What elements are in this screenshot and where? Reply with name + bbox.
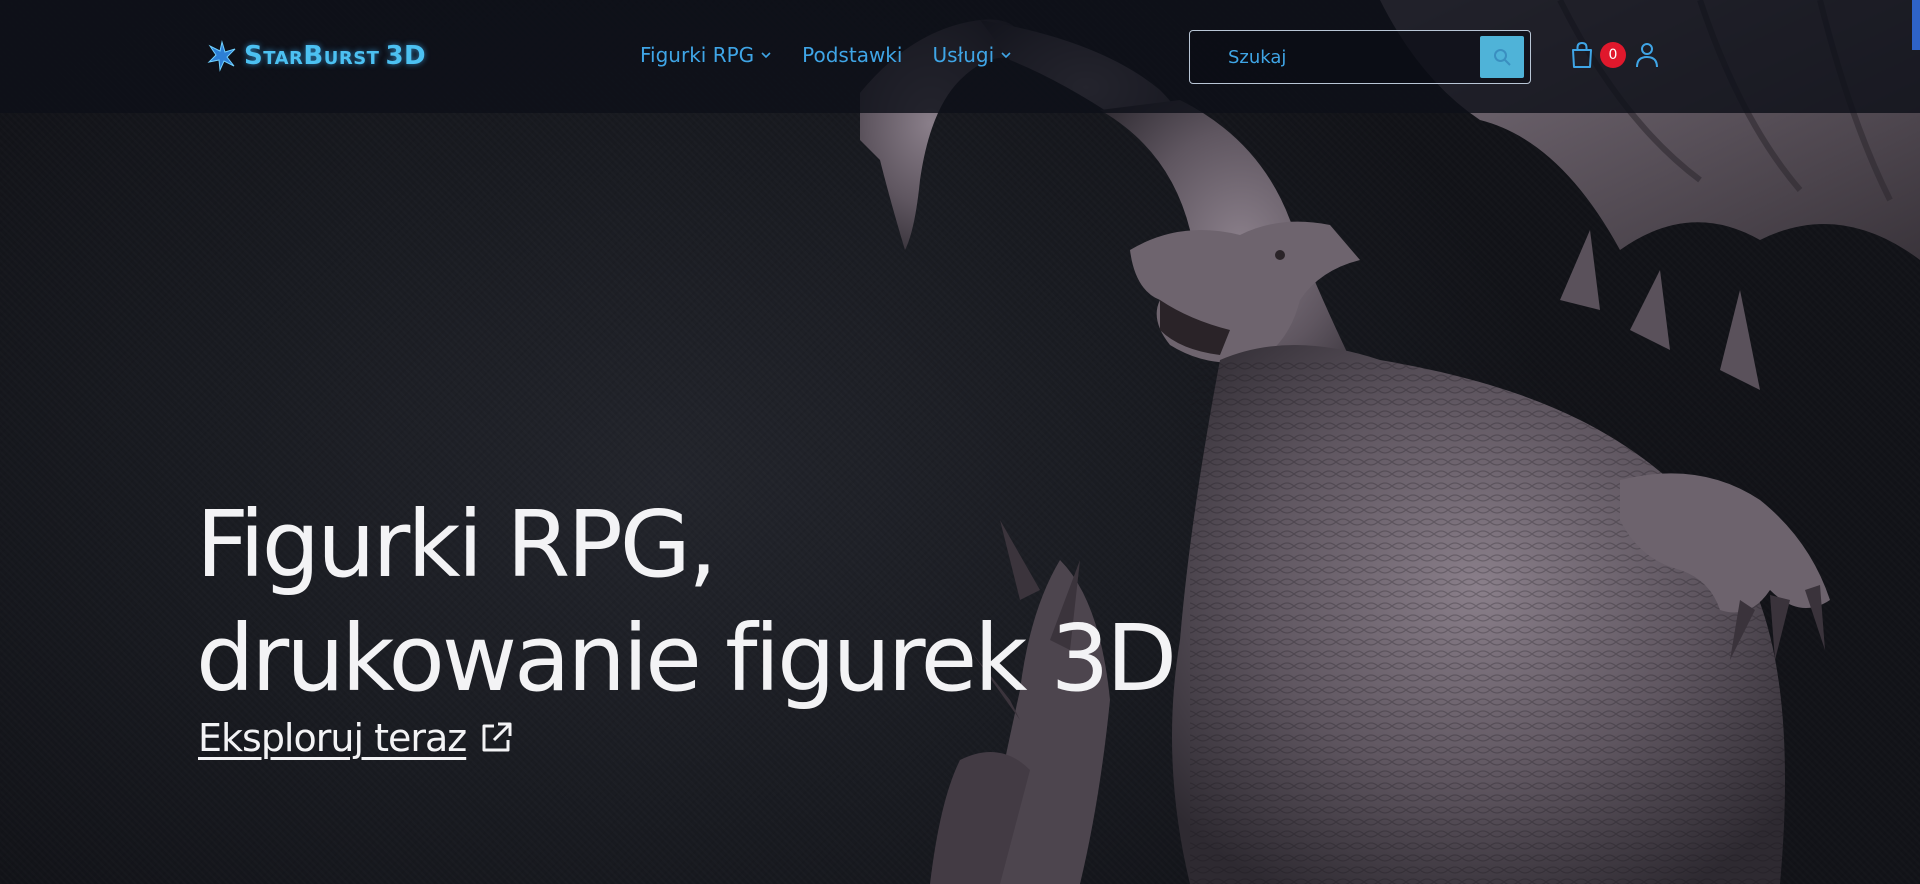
- hero-dragon-image: [860, 0, 1920, 884]
- nav-item-uslugi[interactable]: Usługi: [932, 43, 1012, 67]
- explore-now-label: Eksploruj teraz: [198, 716, 467, 760]
- brand-logo-text-3d: 3D: [385, 41, 427, 71]
- cart-count-badge: 0: [1600, 42, 1626, 68]
- search-input[interactable]: [1190, 30, 1480, 84]
- account-button[interactable]: [1634, 41, 1660, 69]
- explore-now-link[interactable]: Eksploruj teraz: [198, 716, 514, 760]
- scrollbar-thumb[interactable]: [1912, 0, 1920, 50]
- cart-button[interactable]: 0: [1569, 41, 1626, 69]
- hero-title-line-2: drukowanie figurek 3D: [196, 605, 1177, 712]
- header-actions: 0: [1569, 38, 1660, 72]
- search-icon: [1494, 49, 1511, 66]
- nav-item-label: Usługi: [932, 43, 995, 67]
- chevron-down-icon: [1001, 52, 1011, 59]
- nav-item-podstawki[interactable]: Podstawki: [802, 43, 902, 67]
- brand-logo[interactable]: StarBurst 3D: [206, 36, 426, 76]
- site-header: StarBurst 3D Figurki RPG Podstawki Usług…: [0, 0, 1920, 113]
- nav-item-label: Figurki RPG: [640, 43, 755, 67]
- search-button[interactable]: [1480, 36, 1524, 78]
- main-nav: Figurki RPG Podstawki Usługi: [640, 40, 1042, 70]
- nav-item-label: Podstawki: [802, 43, 903, 67]
- brand-logo-text-main: StarBurst: [244, 41, 380, 71]
- nav-item-figurki-rpg[interactable]: Figurki RPG: [640, 43, 772, 67]
- external-link-icon: [482, 722, 512, 752]
- hero-title-line-1: Figurki RPG,: [196, 491, 717, 598]
- chevron-down-icon: [761, 52, 771, 59]
- starburst-logo-icon: [207, 40, 236, 72]
- hero-title: Figurki RPG, drukowanie figurek 3D: [196, 488, 1196, 716]
- page: StarBurst 3D Figurki RPG Podstawki Usług…: [0, 0, 1920, 884]
- user-icon: [1636, 43, 1658, 68]
- search-form: [1189, 30, 1531, 84]
- shopping-bag-icon: [1572, 41, 1592, 68]
